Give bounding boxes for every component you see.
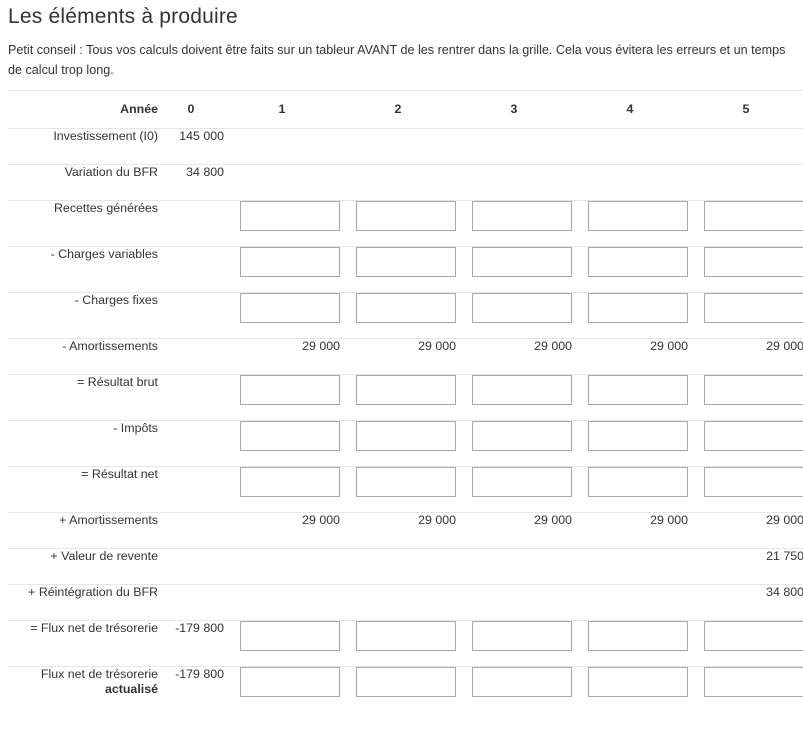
- charges-variables-year1-input[interactable]: [240, 247, 340, 277]
- row-flux-actualise: Flux net de trésorerie actualisé -179 80…: [8, 666, 803, 719]
- row-label-line2: actualisé: [104, 682, 158, 696]
- header-row: Année 0 1 2 3 4 5: [8, 90, 803, 129]
- year-header-3: 3: [456, 90, 572, 129]
- impots-year1-input[interactable]: [240, 421, 340, 451]
- row-label: = Flux net de trésorerie: [8, 620, 158, 667]
- charges-variables-year5-input[interactable]: [704, 247, 803, 277]
- flux-actualise-year2-input[interactable]: [356, 667, 456, 697]
- row-impots: - Impôts: [8, 420, 803, 467]
- amortissements-year2: 29 000: [340, 338, 456, 375]
- row-label: Flux net de trésorerie actualisé: [8, 666, 158, 719]
- row-label: = Résultat brut: [8, 374, 158, 421]
- charges-fixes-year3-input[interactable]: [472, 293, 572, 323]
- impots-year3-input[interactable]: [472, 421, 572, 451]
- resultat-brut-year1-input[interactable]: [240, 375, 340, 405]
- year-header-2: 2: [340, 90, 456, 129]
- charges-fixes-year2-input[interactable]: [356, 293, 456, 323]
- impots-year5-input[interactable]: [704, 421, 803, 451]
- resultat-net-year5-input[interactable]: [704, 467, 803, 497]
- recettes-year5-input[interactable]: [704, 201, 803, 231]
- year0-value: -179 800: [158, 666, 224, 719]
- row-flux-net: = Flux net de trésorerie -179 800: [8, 620, 803, 667]
- row-recettes: Recettes générées: [8, 200, 803, 247]
- impots-year2-input[interactable]: [356, 421, 456, 451]
- year-header-5: 5: [688, 90, 803, 129]
- charges-variables-year4-input[interactable]: [588, 247, 688, 277]
- row-label: + Amortissements: [8, 512, 158, 549]
- year0-value: 34 800: [158, 164, 224, 201]
- flux-actualise-year3-input[interactable]: [472, 667, 572, 697]
- row-label: - Impôts: [8, 420, 158, 467]
- amortissements-year1: 29 000: [224, 338, 340, 375]
- row-charges-variables: - Charges variables: [8, 246, 803, 293]
- recettes-year3-input[interactable]: [472, 201, 572, 231]
- resultat-brut-year3-input[interactable]: [472, 375, 572, 405]
- flux-actualise-year5-input[interactable]: [704, 667, 803, 697]
- year0-value: -179 800: [158, 620, 224, 667]
- resultat-brut-year4-input[interactable]: [588, 375, 688, 405]
- row-reintegration-bfr: + Réintégration du BFR 34 800: [8, 584, 803, 621]
- plus-amortissements-year3: 29 000: [456, 512, 572, 549]
- recettes-year1-input[interactable]: [240, 201, 340, 231]
- resultat-net-year4-input[interactable]: [588, 467, 688, 497]
- flux-net-year4-input[interactable]: [588, 621, 688, 651]
- amortissements-year5: 29 000: [688, 338, 803, 375]
- plus-amortissements-year1: 29 000: [224, 512, 340, 549]
- row-label: Variation du BFR: [8, 164, 158, 201]
- charges-variables-year2-input[interactable]: [356, 247, 456, 277]
- row-label: - Charges variables: [8, 246, 158, 293]
- charges-fixes-year1-input[interactable]: [240, 293, 340, 323]
- row-label: - Amortissements: [8, 338, 158, 375]
- resultat-net-year1-input[interactable]: [240, 467, 340, 497]
- row-investissement: Investissement (I0) 145 000: [8, 128, 803, 165]
- cash-flow-grid: Année 0 1 2 3 4 5 Investissement (I0) 14…: [8, 90, 803, 719]
- year0-value: 145 000: [158, 128, 224, 165]
- charges-fixes-year5-input[interactable]: [704, 293, 803, 323]
- flux-actualise-year4-input[interactable]: [588, 667, 688, 697]
- recettes-year2-input[interactable]: [356, 201, 456, 231]
- row-plus-amortissements: + Amortissements 29 000 29 000 29 000 29…: [8, 512, 803, 549]
- row-label: Investissement (I0): [8, 128, 158, 165]
- row-label: + Réintégration du BFR: [8, 584, 158, 621]
- resultat-net-year3-input[interactable]: [472, 467, 572, 497]
- recettes-year4-input[interactable]: [588, 201, 688, 231]
- plus-amortissements-year5: 29 000: [688, 512, 803, 549]
- plus-amortissements-year2: 29 000: [340, 512, 456, 549]
- flux-net-year3-input[interactable]: [472, 621, 572, 651]
- resultat-net-year2-input[interactable]: [356, 467, 456, 497]
- row-label: + Valeur de revente: [8, 548, 158, 585]
- flux-net-year2-input[interactable]: [356, 621, 456, 651]
- flux-net-year5-input[interactable]: [704, 621, 803, 651]
- tip-text: Petit conseil : Tous vos calculs doivent…: [8, 43, 786, 77]
- valeur-revente-year5: 21 750: [688, 548, 803, 585]
- page-title: Les éléments à produire: [8, 5, 238, 28]
- row-resultat-brut: = Résultat brut: [8, 374, 803, 421]
- plus-amortissements-year4: 29 000: [572, 512, 688, 549]
- row-label: Recettes générées: [8, 200, 158, 247]
- row-amortissements: - Amortissements 29 000 29 000 29 000 29…: [8, 338, 803, 375]
- row-resultat-net: = Résultat net: [8, 466, 803, 513]
- amortissements-year4: 29 000: [572, 338, 688, 375]
- page: Les éléments à produire Petit conseil : …: [0, 0, 803, 719]
- row-charges-fixes: - Charges fixes: [8, 292, 803, 339]
- impots-year4-input[interactable]: [588, 421, 688, 451]
- year-header-0: 0: [158, 90, 224, 129]
- resultat-brut-year2-input[interactable]: [356, 375, 456, 405]
- flux-net-year1-input[interactable]: [240, 621, 340, 651]
- year-header-4: 4: [572, 90, 688, 129]
- row-valeur-revente: + Valeur de revente 21 750: [8, 548, 803, 585]
- charges-variables-year3-input[interactable]: [472, 247, 572, 277]
- resultat-brut-year5-input[interactable]: [704, 375, 803, 405]
- amortissements-year3: 29 000: [456, 338, 572, 375]
- year-header-1: 1: [224, 90, 340, 129]
- reintegration-bfr-year5: 34 800: [688, 584, 803, 621]
- row-label: - Charges fixes: [8, 292, 158, 339]
- year-header-label: Année: [8, 90, 158, 129]
- charges-fixes-year4-input[interactable]: [588, 293, 688, 323]
- row-label-line1: Flux net de trésorerie: [40, 667, 158, 681]
- row-variation-bfr: Variation du BFR 34 800: [8, 164, 803, 201]
- flux-actualise-year1-input[interactable]: [240, 667, 340, 697]
- row-label: = Résultat net: [8, 466, 158, 513]
